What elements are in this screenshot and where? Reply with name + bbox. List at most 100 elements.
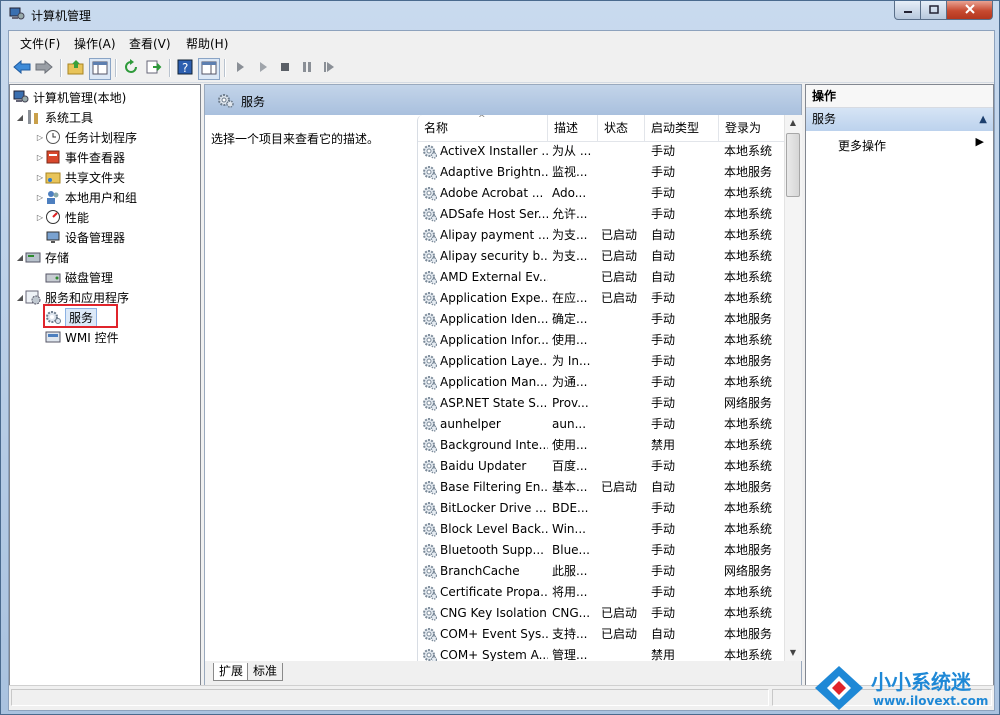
expanded-arrow-icon[interactable]: ◢ — [15, 253, 25, 262]
collapsed-arrow-icon[interactable]: ▷ — [35, 173, 45, 182]
service-startup-type: 手动 — [651, 375, 676, 389]
help-button[interactable]: ? — [175, 58, 195, 78]
restart-icon — [323, 61, 335, 76]
service-logon-as: 本地系统 — [724, 648, 773, 661]
export-list-button[interactable] — [144, 58, 164, 78]
forward-button[interactable] — [34, 58, 54, 78]
service-row[interactable]: Application Expe... 在应... 已启动 手动 本地系统 — [418, 288, 785, 309]
service-name: Application Man... — [440, 375, 548, 389]
tree-item-0[interactable]: ◢ 系统工具 — [15, 108, 93, 126]
service-description: 监视... — [552, 165, 588, 179]
service-row[interactable]: Alipay payment ... 为支... 已启动 自动 本地系统 — [418, 225, 785, 246]
collapsed-arrow-icon[interactable]: ▷ — [35, 213, 45, 222]
menu-bar: 文件(F) 操作(A) 查看(V) 帮助(H) — [9, 31, 994, 53]
tree-item-1[interactable]: ▷ 任务计划程序 — [35, 128, 137, 146]
more-actions-item[interactable]: 更多操作 ▶ — [806, 133, 993, 155]
service-row[interactable]: Application Man... 为通... 手动 本地系统 — [418, 372, 785, 393]
service-row[interactable]: COM+ System A... 管理... 禁用 本地系统 — [418, 645, 785, 661]
tree-root[interactable]: 计算机管理(本地) — [13, 88, 126, 106]
collapsed-arrow-icon[interactable]: ▷ — [35, 133, 45, 142]
actions-pane: 操作 服务 ▲ 更多操作 ▶ — [805, 84, 994, 686]
service-row[interactable]: Adaptive Brightn... 监视... 手动 本地服务 — [418, 162, 785, 183]
service-description: 将用... — [552, 585, 588, 599]
menu-view[interactable]: 查看(V) — [129, 35, 171, 52]
service-row[interactable]: Block Level Back... Win... 手动 本地系统 — [418, 519, 785, 540]
column-header-status[interactable]: 状态 — [598, 115, 645, 141]
minimize-button[interactable] — [894, 1, 921, 20]
collapsed-arrow-icon[interactable]: ▷ — [35, 153, 45, 162]
menu-help[interactable]: 帮助(H) — [186, 35, 228, 52]
back-button[interactable] — [12, 58, 32, 78]
pause-service-button[interactable] — [297, 58, 317, 78]
tree-item-4[interactable]: ▷ 本地用户和组 — [35, 188, 137, 206]
show-hide-tree-button[interactable] — [89, 58, 111, 80]
service-row[interactable]: ActiveX Installer ... 为从 ... 手动 本地系统 — [418, 141, 785, 162]
service-gear-icon — [422, 144, 438, 159]
column-header-logon-as[interactable]: 登录为 — [719, 115, 785, 141]
service-row[interactable]: Baidu Updater 百度... 手动 本地系统 — [418, 456, 785, 477]
service-startup-type: 手动 — [651, 291, 676, 305]
service-gear-icon — [422, 501, 438, 516]
tree-item-6[interactable]: 设备管理器 — [35, 228, 125, 246]
tab-extended[interactable]: 扩展 — [213, 663, 250, 681]
maximize-button[interactable] — [921, 1, 947, 20]
column-header-startup-type[interactable]: 启动类型 — [645, 115, 719, 141]
service-row[interactable]: BranchCache 此服... 手动 网络服务 — [418, 561, 785, 582]
service-row[interactable]: CNG Key Isolation CNG... 已启动 手动 本地系统 — [418, 603, 785, 624]
service-row[interactable]: COM+ Event Sys... 支持... 已启动 自动 本地服务 — [418, 624, 785, 645]
column-header-name[interactable]: 名称 ^ — [418, 115, 548, 141]
service-name: Alipay payment ... — [440, 228, 548, 242]
scroll-down-icon[interactable]: ▼ — [785, 645, 801, 661]
export-icon — [146, 59, 162, 78]
menu-action[interactable]: 操作(A) — [74, 35, 116, 52]
close-button[interactable] — [947, 1, 993, 20]
service-row[interactable]: Certificate Propa... 将用... 手动 本地系统 — [418, 582, 785, 603]
start-service-alt-button[interactable] — [253, 58, 273, 78]
service-row[interactable]: Application Iden... 确定... 手动 本地服务 — [418, 309, 785, 330]
tree-item-2[interactable]: ▷ 事件查看器 — [35, 148, 125, 166]
up-folder-button[interactable] — [66, 58, 86, 78]
service-row[interactable]: Bluetooth Supp... Blue... 手动 本地服务 — [418, 540, 785, 561]
stop-service-button[interactable] — [275, 58, 295, 78]
tree-item-8[interactable]: 磁盘管理 — [35, 268, 113, 286]
service-row[interactable]: ADSafe Host Ser... 允许... 手动 本地系统 — [418, 204, 785, 225]
service-row[interactable]: aunhelper aun... 手动 本地系统 — [418, 414, 785, 435]
actions-section-services[interactable]: 服务 ▲ — [806, 108, 993, 131]
service-row[interactable]: Adobe Acrobat ... Ado... 手动 本地系统 — [418, 183, 785, 204]
service-name: Bluetooth Supp... — [440, 543, 544, 557]
service-row[interactable]: Application Infor... 使用... 手动 本地系统 — [418, 330, 785, 351]
tree-item-5[interactable]: ▷ 性能 — [35, 208, 89, 226]
start-service-button[interactable] — [230, 58, 250, 78]
service-name: Application Infor... — [440, 333, 548, 347]
tree-item-label: 任务计划程序 — [65, 130, 138, 145]
menu-file[interactable]: 文件(F) — [20, 35, 60, 52]
tree-item-11[interactable]: WMI 控件 — [35, 328, 119, 346]
properties-button[interactable] — [198, 58, 220, 80]
tree-item-label: 磁盘管理 — [65, 270, 114, 285]
service-row[interactable]: AMD External Ev... 已启动 自动 本地系统 — [418, 267, 785, 288]
service-row[interactable]: Application Laye... 为 In... 手动 本地服务 — [418, 351, 785, 372]
column-header-description[interactable]: 描述 — [548, 115, 598, 141]
expanded-arrow-icon[interactable]: ◢ — [15, 113, 25, 122]
service-row[interactable]: BitLocker Drive ... BDE... 手动 本地系统 — [418, 498, 785, 519]
expanded-arrow-icon[interactable]: ◢ — [15, 293, 25, 302]
title-bar[interactable]: 计算机管理 — [1, 1, 999, 29]
tree-item-3[interactable]: ▷ 共享文件夹 — [35, 168, 125, 186]
tree-item-10[interactable]: 服务 — [35, 304, 118, 328]
refresh-button[interactable] — [121, 58, 141, 78]
column-status-label: 状态 — [604, 121, 629, 135]
scroll-up-icon[interactable]: ▲ — [785, 115, 801, 131]
collapse-up-icon[interactable]: ▲ — [979, 108, 987, 131]
scroll-thumb[interactable] — [786, 133, 800, 197]
service-row[interactable]: ASP.NET State S... Prov... 手动 网络服务 — [418, 393, 785, 414]
restart-service-button[interactable] — [319, 58, 339, 78]
service-row[interactable]: Alipay security b... 为支... 已启动 自动 本地系统 — [418, 246, 785, 267]
sort-ascending-icon: ^ — [478, 115, 486, 124]
service-logon-as: 本地系统 — [724, 501, 773, 515]
service-row[interactable]: Base Filtering En... 基本... 已启动 自动 本地服务 — [418, 477, 785, 498]
vertical-scrollbar[interactable]: ▲ ▼ — [784, 115, 802, 661]
service-row[interactable]: Background Inte... 使用... 禁用 本地系统 — [418, 435, 785, 456]
tree-item-7[interactable]: ◢ 存储 — [15, 248, 69, 266]
tab-standard[interactable]: 标准 — [247, 663, 284, 681]
collapsed-arrow-icon[interactable]: ▷ — [35, 193, 45, 202]
